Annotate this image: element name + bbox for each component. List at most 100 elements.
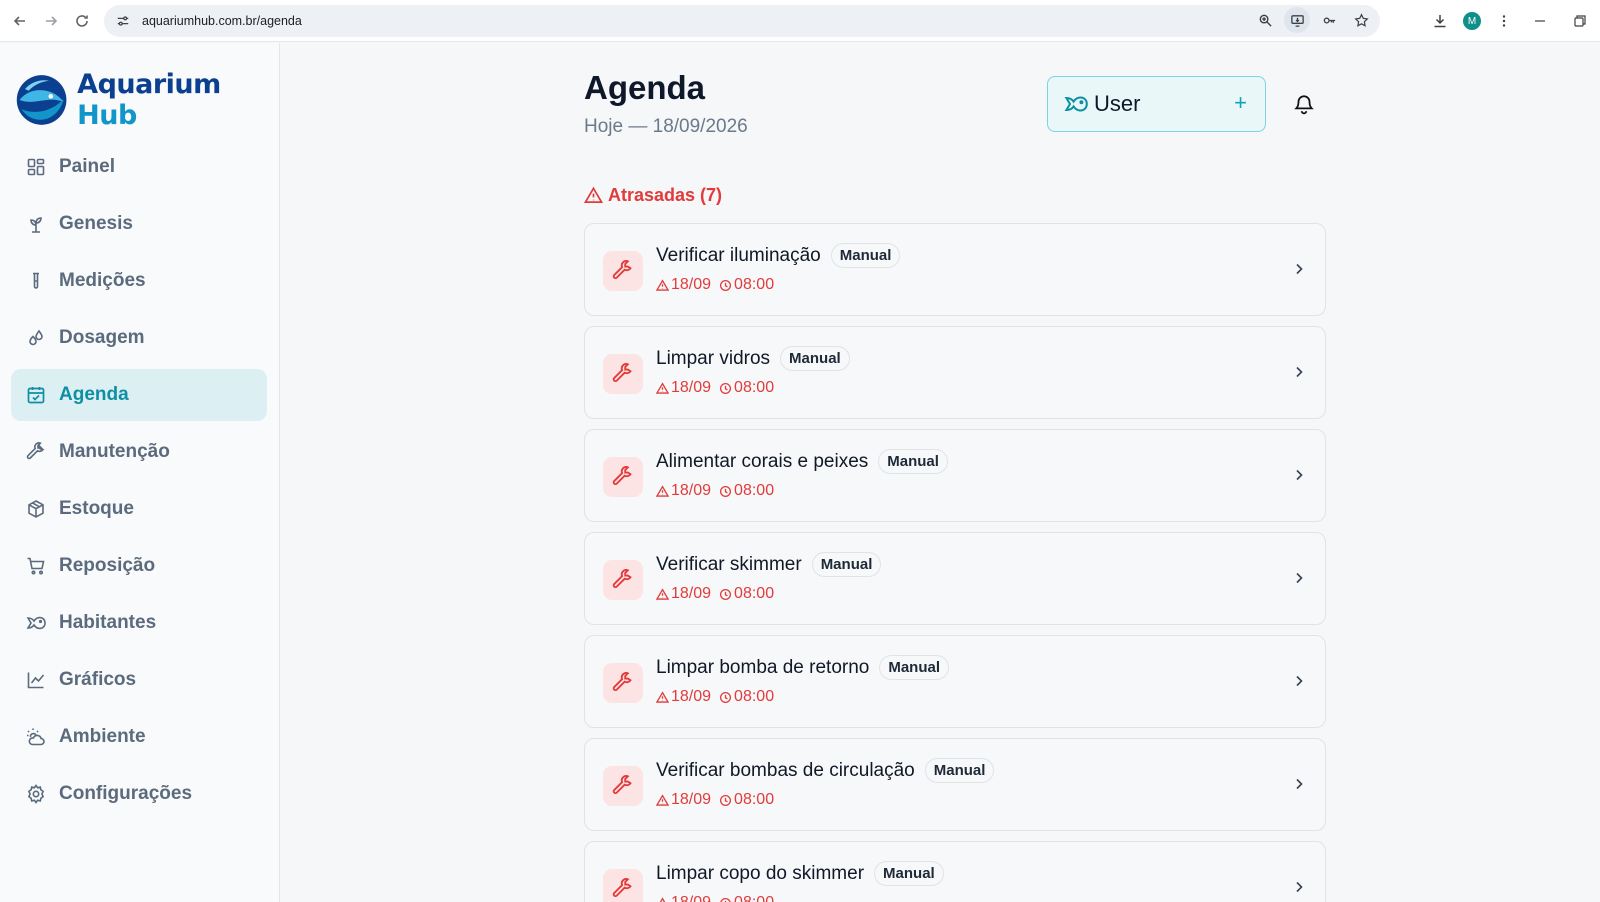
cloud-sun-icon bbox=[25, 726, 47, 748]
url-text: aquariumhub.com.br/agenda bbox=[142, 14, 302, 28]
task-date: 18/09 bbox=[671, 379, 712, 396]
page-title: Agenda bbox=[584, 69, 706, 106]
task-title: Limpar vidros bbox=[656, 347, 771, 369]
task-type-badge: Manual bbox=[811, 552, 882, 577]
sidebar-item-medicoes[interactable]: Medições bbox=[11, 255, 267, 307]
task-type-badge: Manual bbox=[924, 758, 995, 783]
wrench-icon bbox=[25, 441, 47, 463]
sidebar-item-genesis[interactable]: Genesis bbox=[11, 198, 267, 250]
warning-icon bbox=[656, 587, 671, 601]
more-menu-icon[interactable] bbox=[1488, 5, 1520, 37]
task-time: 08:00 bbox=[734, 688, 775, 705]
task-card[interactable]: Verificar bombas de circulação Manual 18/0… bbox=[584, 738, 1326, 831]
minimize-icon[interactable] bbox=[1520, 5, 1560, 37]
warning-icon bbox=[656, 690, 671, 704]
chevron-right-icon bbox=[1291, 570, 1307, 586]
task-date: 18/09 bbox=[671, 688, 712, 705]
address-bar[interactable]: aquariumhub.com.br/agenda bbox=[104, 5, 1380, 37]
task-title: Verificar skimmer bbox=[656, 553, 802, 575]
clock-icon bbox=[719, 691, 734, 704]
task-card[interactable]: Alimentar corais e peixes Manual 18/09 08:0… bbox=[584, 429, 1326, 522]
warning-icon bbox=[656, 484, 671, 498]
sidebar-item-ambiente[interactable]: Ambiente bbox=[11, 711, 267, 763]
wrench-icon bbox=[603, 663, 643, 703]
task-card[interactable]: Limpar copo do skimmer Manual 18/09 08:00 bbox=[584, 841, 1326, 902]
sidebar-item-graficos[interactable]: Gráficos bbox=[11, 654, 267, 706]
chevron-right-icon bbox=[1291, 776, 1307, 792]
bookmark-star-icon[interactable] bbox=[1348, 7, 1374, 33]
task-type-badge: Manual bbox=[780, 346, 850, 371]
sidebar-item-habitantes[interactable]: Habitantes bbox=[11, 597, 267, 649]
reload-icon[interactable] bbox=[68, 7, 96, 35]
site-settings-icon[interactable] bbox=[114, 12, 132, 30]
task-date: 18/09 bbox=[671, 791, 712, 808]
warning-icon bbox=[656, 793, 671, 807]
download-icon[interactable] bbox=[1424, 5, 1456, 37]
line-chart-icon bbox=[25, 669, 47, 691]
wrench-icon bbox=[603, 766, 643, 806]
warning-icon bbox=[656, 896, 671, 902]
sidebar-item-label: Medições bbox=[59, 270, 146, 291]
task-title: Alimentar corais e peixes bbox=[656, 450, 869, 472]
sidebar-menu: Painel Genesis Medições Dosagem Agenda M… bbox=[11, 141, 267, 825]
install-app-icon[interactable] bbox=[1284, 7, 1310, 33]
wrench-icon bbox=[603, 354, 643, 394]
sidebar-item-label: Estoque bbox=[59, 498, 134, 519]
sidebar-item-dosagem[interactable]: Dosagem bbox=[11, 312, 267, 364]
clock-icon bbox=[719, 794, 734, 807]
sidebar-item-estoque[interactable]: Estoque bbox=[11, 483, 267, 535]
back-icon[interactable] bbox=[6, 7, 34, 35]
fish-icon bbox=[25, 612, 47, 634]
sidebar-item-painel[interactable]: Painel bbox=[11, 141, 267, 193]
sprout-icon bbox=[25, 213, 47, 235]
sidebar-item-configuracoes[interactable]: Configurações bbox=[11, 768, 267, 820]
bell-icon[interactable] bbox=[1293, 93, 1315, 115]
clock-icon bbox=[719, 279, 734, 292]
task-meta: 18/09 08:00 bbox=[656, 894, 774, 902]
cart-icon bbox=[25, 555, 47, 577]
sidebar-item-agenda[interactable]: Agenda bbox=[11, 369, 267, 421]
task-card[interactable]: Verificar skimmer Manual 18/09 08:00 bbox=[584, 532, 1326, 625]
zoom-icon[interactable] bbox=[1252, 7, 1278, 33]
package-icon bbox=[25, 498, 47, 520]
task-title: Verificar iluminação bbox=[656, 244, 821, 266]
task-meta: 18/09 08:00 bbox=[656, 482, 774, 500]
profile-avatar[interactable]: M bbox=[1456, 5, 1488, 37]
forward-icon[interactable] bbox=[37, 7, 65, 35]
sidebar-item-label: Genesis bbox=[59, 213, 133, 234]
wrench-icon bbox=[603, 457, 643, 497]
task-title: Verificar bombas de circulação bbox=[656, 759, 915, 781]
brand[interactable]: Aquarium Hub bbox=[14, 69, 279, 131]
task-date: 18/09 bbox=[671, 585, 712, 602]
brand-name: Aquarium Hub bbox=[77, 69, 221, 131]
chevron-right-icon bbox=[1291, 879, 1307, 895]
sidebar: Aquarium Hub Painel Genesis Medições Dos… bbox=[0, 43, 280, 902]
password-key-icon[interactable] bbox=[1316, 7, 1342, 33]
main-content: Agenda Hoje — 18/09/2026 User + Atrasada… bbox=[281, 43, 1600, 902]
task-card[interactable]: Verificar iluminação Manual 18/09 08:00 bbox=[584, 223, 1326, 316]
sidebar-item-label: Reposição bbox=[59, 555, 156, 576]
restore-icon[interactable] bbox=[1560, 5, 1600, 37]
sidebar-item-manutencao[interactable]: Manutenção bbox=[11, 426, 267, 478]
user-selector-button[interactable]: User + bbox=[1047, 76, 1266, 132]
wrench-icon bbox=[603, 560, 643, 600]
sidebar-item-label: Ambiente bbox=[59, 726, 146, 747]
clock-icon bbox=[719, 897, 734, 902]
sidebar-item-label: Configurações bbox=[59, 783, 193, 804]
task-title: Limpar bomba de retorno bbox=[656, 656, 870, 678]
task-title: Limpar copo do skimmer bbox=[656, 862, 865, 884]
sidebar-item-reposicao[interactable]: Reposição bbox=[11, 540, 267, 592]
task-card[interactable]: Limpar vidros Manual 18/09 08:00 bbox=[584, 326, 1326, 419]
task-meta: 18/09 08:00 bbox=[656, 379, 774, 397]
test-tube-icon bbox=[25, 270, 47, 292]
wrench-icon bbox=[603, 869, 643, 902]
sidebar-item-label: Painel bbox=[59, 156, 115, 177]
sidebar-item-label: Dosagem bbox=[59, 327, 145, 348]
task-time: 08:00 bbox=[734, 791, 775, 808]
droplets-icon bbox=[25, 327, 47, 349]
add-user-button[interactable]: + bbox=[1234, 92, 1247, 114]
task-time: 08:00 bbox=[734, 276, 775, 293]
dashboard-icon bbox=[25, 156, 47, 178]
task-card[interactable]: Limpar bomba de retorno Manual 18/09 08:00 bbox=[584, 635, 1326, 728]
chevron-right-icon bbox=[1291, 673, 1307, 689]
